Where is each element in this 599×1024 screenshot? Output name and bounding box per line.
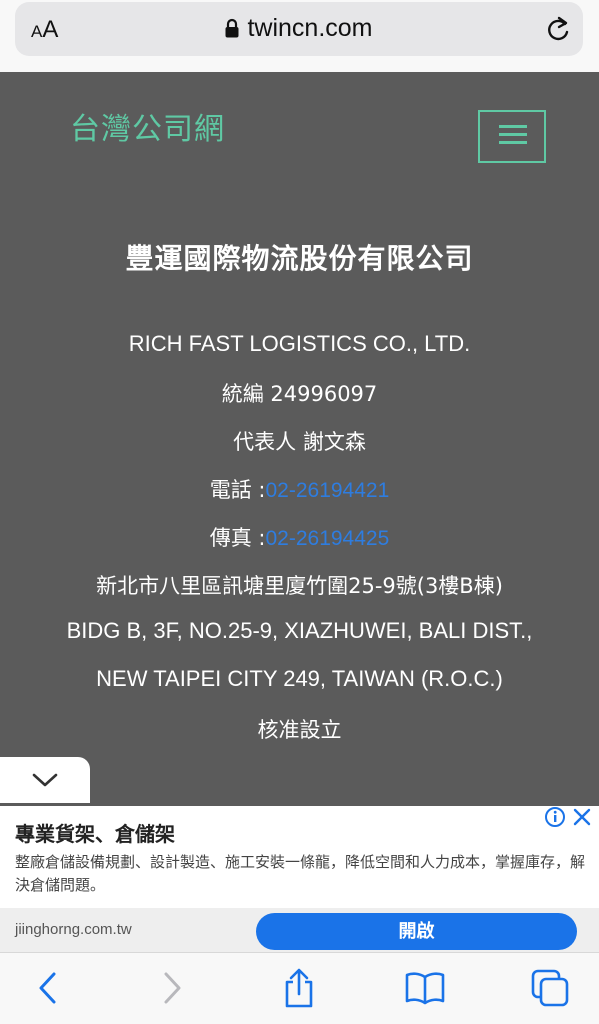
bookmarks-icon[interactable] <box>405 971 445 1005</box>
ad-footer: jiinghorng.com.tw 開啟 <box>0 908 599 952</box>
ad-title[interactable]: 專業貨架、倉儲架 <box>15 818 175 847</box>
lock-icon <box>225 18 239 38</box>
close-icon[interactable] <box>571 806 593 828</box>
phone-row: 電話 :02-26194421 <box>0 474 599 504</box>
tax-id: 統編 24996097 <box>221 382 378 406</box>
url-display[interactable]: twincn.com <box>15 14 583 43</box>
phone-link[interactable]: 02-26194421 <box>265 479 389 502</box>
hamburger-icon <box>499 125 527 128</box>
forward-icon[interactable] <box>160 971 184 1005</box>
browser-bottom-toolbar <box>0 952 599 1024</box>
site-logo[interactable]: 台灣公司網 <box>70 104 225 148</box>
ad-choice-icons[interactable] <box>544 806 593 828</box>
ad-domain[interactable]: jiinghorng.com.tw <box>15 921 132 938</box>
url-text: twincn.com <box>247 14 373 42</box>
hamburger-icon <box>499 141 527 144</box>
representative: 代表人 謝文森 <box>233 430 366 454</box>
ad-banner[interactable]: 專業貨架、倉儲架 整廠倉儲設備規劃、設計製造、施工安裝一條龍，降低空間和人力成本… <box>0 806 599 952</box>
company-status: 核准設立 <box>257 718 342 742</box>
company-english-name: RICH FAST LOGISTICS CO., LTD. <box>128 331 471 356</box>
fax-row: 傳真 :02-26194425 <box>0 522 599 552</box>
share-icon[interactable] <box>282 967 316 1009</box>
address-en-line1: BIDG B, 3F, NO.25-9, XIAZHUWEI, BALI DIS… <box>66 618 533 643</box>
ad-description: 整廠倉儲設備規劃、設計製造、施工安裝一條龍，降低空間和人力成本，掌握庫存，解決倉… <box>15 853 586 894</box>
fax-link[interactable]: 02-26194425 <box>265 527 389 550</box>
ad-collapse-tab[interactable] <box>0 757 90 803</box>
browser-top-bar: AA twincn.com <box>0 0 599 72</box>
company-name: 豐運國際物流股份有限公司 <box>125 242 474 275</box>
fax-label: 傳真 : <box>209 526 266 550</box>
chevron-down-icon <box>32 773 58 787</box>
address-en-line2: NEW TAIPEI CITY 249, TAIWAN (R.O.C.) <box>96 666 503 691</box>
reload-icon[interactable] <box>545 15 571 43</box>
menu-button[interactable] <box>478 110 546 163</box>
phone-label: 電話 : <box>209 478 266 502</box>
address-zh: 新北市八里區訊塘里廈竹圍25-9號(3樓B棟) <box>96 574 503 598</box>
info-icon[interactable] <box>544 806 566 828</box>
ad-open-button[interactable]: 開啟 <box>256 913 577 950</box>
back-icon[interactable] <box>36 971 60 1005</box>
page-content: 台灣公司網 豐運國際物流股份有限公司 RICH FAST LOGISTICS C… <box>0 72 599 806</box>
address-bar[interactable]: AA twincn.com <box>15 2 583 56</box>
hamburger-icon <box>499 133 527 136</box>
tabs-icon[interactable] <box>531 969 569 1007</box>
